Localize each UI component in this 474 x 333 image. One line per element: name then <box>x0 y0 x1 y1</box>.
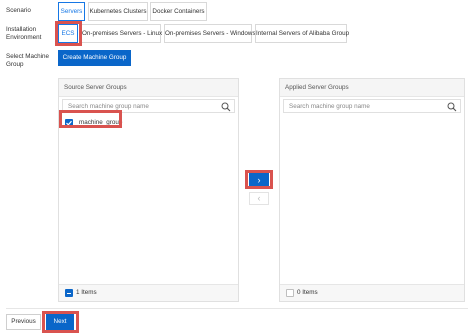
installation-options: ECS On-premises Servers - Linux On-premi… <box>58 24 358 43</box>
scenario-option-servers[interactable]: Servers <box>58 2 85 21</box>
source-search-placeholder: Search machine group name <box>68 103 149 110</box>
scenario-options: Servers Kubernetes Clusters Docker Conta… <box>58 2 218 21</box>
previous-button[interactable]: Previous <box>6 314 41 330</box>
applied-server-groups-panel: Applied Server Groups Search machine gro… <box>279 78 465 302</box>
machine-group-label-line1: Select Machine <box>6 53 50 60</box>
installation-option-windows[interactable]: On-premises Servers - Windows <box>164 24 256 43</box>
installation-option-ecs[interactable]: ECS <box>58 24 78 43</box>
applied-panel-title: Applied Server Groups <box>280 79 464 97</box>
source-select-all-checkbox[interactable] <box>65 289 73 297</box>
move-right-button[interactable]: › <box>249 173 269 186</box>
source-server-groups-panel: Source Server Groups Search machine grou… <box>58 78 239 302</box>
check-icon <box>66 120 72 126</box>
machine-group-label-line2: Group <box>6 61 24 68</box>
machine-group-checkbox[interactable] <box>65 119 73 127</box>
create-machine-group-button[interactable]: Create Machine Group <box>58 50 131 66</box>
source-panel-footer: 1 Items <box>59 284 238 301</box>
installation-option-linux[interactable]: On-premises Servers - Linux <box>81 24 162 43</box>
chevron-right-icon: › <box>257 174 261 185</box>
indeterminate-icon <box>67 292 71 294</box>
machine-group-item-label: machine_group <box>79 119 123 126</box>
scenario-option-kubernetes[interactable]: Kubernetes Clusters <box>88 2 148 21</box>
next-button[interactable]: Next <box>46 314 74 330</box>
source-search-input[interactable]: Search machine group name <box>62 99 235 113</box>
search-icon[interactable] <box>221 102 231 112</box>
applied-item-count: 0 Items <box>297 289 318 296</box>
installation-label: Installation Environment <box>6 26 41 42</box>
installation-label-line1: Installation <box>6 26 37 33</box>
move-left-button[interactable]: ‹ <box>249 192 269 205</box>
search-icon[interactable] <box>447 102 457 112</box>
applied-search-placeholder: Search machine group name <box>289 103 370 110</box>
chevron-left-icon: ‹ <box>257 193 261 203</box>
applied-select-all-checkbox[interactable] <box>286 289 294 297</box>
source-panel-title: Source Server Groups <box>59 79 238 97</box>
scenario-option-docker[interactable]: Docker Containers <box>150 2 207 21</box>
applied-search-input[interactable]: Search machine group name <box>283 99 461 113</box>
applied-panel-footer: 0 Items <box>280 284 464 301</box>
machine-group-label: Select Machine Group <box>6 53 49 69</box>
installation-label-line2: Environment <box>6 34 42 41</box>
source-item-count: 1 Items <box>76 289 97 296</box>
scenario-label: Scenario <box>6 7 31 14</box>
list-item[interactable]: machine_group <box>62 117 122 129</box>
installation-option-alibaba[interactable]: Internal Servers of Alibaba Group <box>255 24 349 43</box>
footer-divider <box>6 308 468 309</box>
